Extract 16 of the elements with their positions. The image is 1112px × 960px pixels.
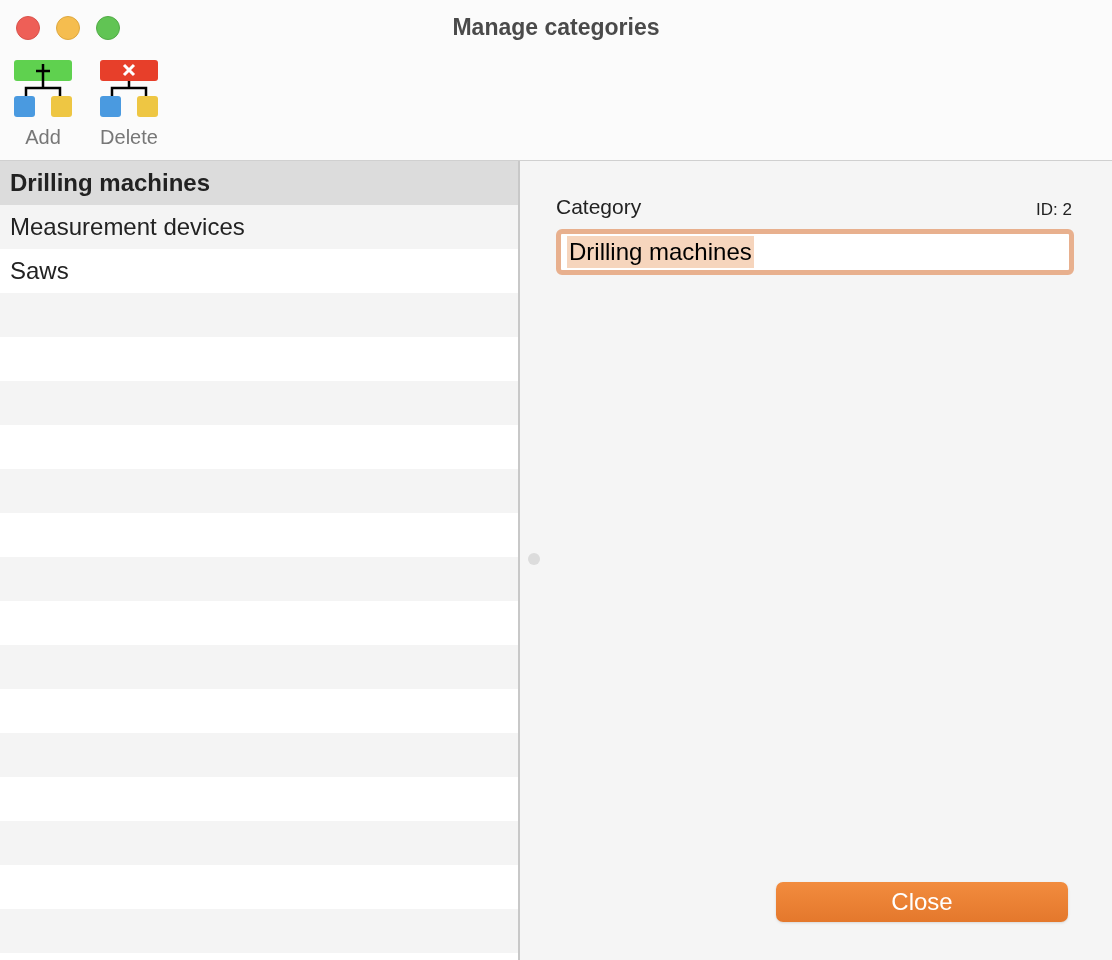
window-title: Manage categories	[452, 12, 660, 42]
category-item[interactable]: Measurement devices	[0, 205, 518, 249]
minimize-window-icon[interactable]	[56, 16, 80, 40]
category-item[interactable]: Drilling machines	[0, 161, 518, 205]
add-hierarchy-icon	[12, 59, 74, 119]
category-item[interactable]: Saws	[0, 249, 518, 293]
add-button[interactable]: Add	[12, 59, 74, 149]
splitter-handle-icon[interactable]	[528, 553, 540, 565]
field-label: Category	[556, 194, 642, 220]
category-field[interactable]: Drilling machines	[556, 228, 1074, 275]
selected-text: Drilling machines	[567, 235, 754, 268]
close-window-icon[interactable]	[16, 16, 40, 40]
delete-hierarchy-icon	[98, 59, 160, 119]
id-label: ID: 2	[1036, 199, 1072, 221]
zoom-window-icon[interactable]	[96, 16, 120, 40]
delete-button[interactable]: Delete	[98, 59, 160, 149]
